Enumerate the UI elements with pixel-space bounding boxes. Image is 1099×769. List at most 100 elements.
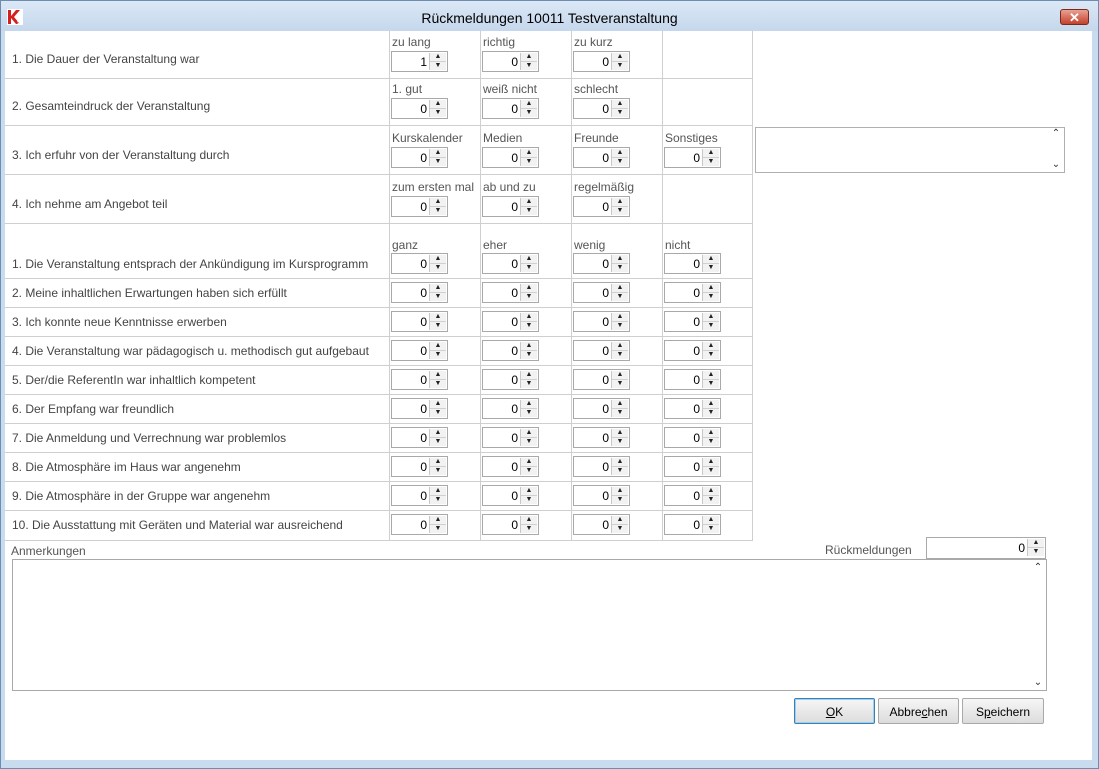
rating-count-spinner[interactable]: 0 ▲ ▼ [664, 282, 721, 303]
rating-count-spinner[interactable]: 0 ▲ ▼ [482, 253, 539, 274]
option-count-spinner[interactable]: 0 ▲ ▼ [573, 147, 630, 168]
remarks-scrollbar[interactable]: ⌃ ⌄ [1030, 560, 1046, 690]
spin-down-arrow-icon[interactable]: ▼ [703, 438, 719, 446]
spin-down-arrow-icon[interactable]: ▼ [612, 351, 628, 359]
rating-count-spinner[interactable]: 0 ▲ ▼ [482, 485, 539, 506]
spin-down-arrow-icon[interactable]: ▼ [612, 496, 628, 504]
spin-up-arrow-icon[interactable]: ▲ [521, 429, 537, 438]
rating-count-spinner[interactable]: 0 ▲ ▼ [391, 340, 448, 361]
close-button[interactable]: ✕ [1060, 9, 1089, 25]
spin-down-arrow-icon[interactable]: ▼ [703, 264, 719, 272]
rating-count-spinner[interactable]: 0 ▲ ▼ [664, 253, 721, 274]
spin-down-arrow-icon[interactable]: ▼ [612, 467, 628, 475]
rating-count-spinner[interactable]: 0 ▲ ▼ [391, 253, 448, 274]
spin-down-arrow-icon[interactable]: ▼ [703, 467, 719, 475]
spin-up-arrow-icon[interactable]: ▲ [430, 371, 446, 380]
spin-down-arrow-icon[interactable]: ▼ [430, 351, 446, 359]
spin-up-arrow-icon[interactable]: ▲ [521, 100, 537, 109]
spin-up-arrow-icon[interactable]: ▲ [612, 284, 628, 293]
spin-up-arrow-icon[interactable]: ▲ [430, 342, 446, 351]
spin-down-arrow-icon[interactable]: ▼ [430, 322, 446, 330]
option-count-spinner[interactable]: 0 ▲ ▼ [391, 147, 448, 168]
spin-up-arrow-icon[interactable]: ▲ [703, 487, 719, 496]
spin-up-arrow-icon[interactable]: ▲ [703, 313, 719, 322]
rating-count-spinner[interactable]: 0 ▲ ▼ [391, 485, 448, 506]
spin-up-arrow-icon[interactable]: ▲ [703, 255, 719, 264]
spin-up-arrow-icon[interactable]: ▲ [521, 255, 537, 264]
spin-down-arrow-icon[interactable]: ▼ [430, 264, 446, 272]
spin-up-arrow-icon[interactable]: ▲ [703, 342, 719, 351]
sonstiges-text-field[interactable]: ⌃ ⌄ [755, 127, 1065, 173]
spin-down-arrow-icon[interactable]: ▼ [430, 293, 446, 301]
spin-down-arrow-icon[interactable]: ▼ [430, 409, 446, 417]
spin-down-arrow-icon[interactable]: ▼ [521, 158, 537, 166]
spin-down-arrow-icon[interactable]: ▼ [430, 467, 446, 475]
rating-count-spinner[interactable]: 0 ▲ ▼ [573, 456, 630, 477]
spin-up-arrow-icon[interactable]: ▲ [521, 198, 537, 207]
spin-down-arrow-icon[interactable]: ▼ [521, 467, 537, 475]
ok-button[interactable]: OK [794, 698, 875, 724]
rating-count-spinner[interactable]: 0 ▲ ▼ [664, 514, 721, 535]
option-count-spinner[interactable]: 0 ▲ ▼ [573, 51, 630, 72]
rating-count-spinner[interactable]: 0 ▲ ▼ [573, 485, 630, 506]
spin-down-arrow-icon[interactable]: ▼ [521, 438, 537, 446]
spin-down-arrow-icon[interactable]: ▼ [612, 525, 628, 533]
spin-up-arrow-icon[interactable]: ▲ [612, 429, 628, 438]
spin-up-arrow-icon[interactable]: ▲ [703, 458, 719, 467]
spin-up-arrow-icon[interactable]: ▲ [612, 100, 628, 109]
spin-up-arrow-icon[interactable]: ▲ [430, 198, 446, 207]
rating-count-spinner[interactable]: 0 ▲ ▼ [573, 282, 630, 303]
option-count-spinner[interactable]: 0 ▲ ▼ [391, 98, 448, 119]
spin-up-arrow-icon[interactable]: ▲ [612, 371, 628, 380]
spin-up-arrow-icon[interactable]: ▲ [521, 313, 537, 322]
spin-up-arrow-icon[interactable]: ▲ [612, 516, 628, 525]
rating-count-spinner[interactable]: 0 ▲ ▼ [391, 398, 448, 419]
option-count-spinner[interactable]: 0 ▲ ▼ [391, 196, 448, 217]
rating-count-spinner[interactable]: 0 ▲ ▼ [573, 253, 630, 274]
spin-down-arrow-icon[interactable]: ▼ [612, 158, 628, 166]
spin-down-arrow-icon[interactable]: ▼ [521, 409, 537, 417]
rating-count-spinner[interactable]: 0 ▲ ▼ [391, 514, 448, 535]
spin-up-arrow-icon[interactable]: ▲ [521, 342, 537, 351]
rating-count-spinner[interactable]: 0 ▲ ▼ [573, 514, 630, 535]
rating-count-spinner[interactable]: 0 ▲ ▼ [664, 340, 721, 361]
rating-count-spinner[interactable]: 0 ▲ ▼ [664, 398, 721, 419]
spin-down-arrow-icon[interactable]: ▼ [430, 158, 446, 166]
spin-up-arrow-icon[interactable]: ▲ [430, 516, 446, 525]
rating-count-spinner[interactable]: 0 ▲ ▼ [482, 340, 539, 361]
rating-count-spinner[interactable]: 0 ▲ ▼ [482, 514, 539, 535]
rating-count-spinner[interactable]: 0 ▲ ▼ [664, 456, 721, 477]
spin-down-arrow-icon[interactable]: ▼ [521, 322, 537, 330]
rating-count-spinner[interactable]: 0 ▲ ▼ [573, 369, 630, 390]
spin-up-arrow-icon[interactable]: ▲ [703, 149, 719, 158]
spin-up-arrow-icon[interactable]: ▲ [612, 342, 628, 351]
option-count-spinner[interactable]: 0 ▲ ▼ [482, 51, 539, 72]
spin-down-arrow-icon[interactable]: ▼ [521, 525, 537, 533]
option-count-spinner[interactable]: 0 ▲ ▼ [482, 98, 539, 119]
cancel-button[interactable]: Abbrechen [878, 698, 959, 724]
scroll-up-arrow-icon[interactable]: ⌃ [1030, 562, 1046, 573]
spin-down-arrow-icon[interactable]: ▼ [703, 409, 719, 417]
spin-down-arrow-icon[interactable]: ▼ [612, 62, 628, 70]
rating-count-spinner[interactable]: 0 ▲ ▼ [391, 427, 448, 448]
spin-down-arrow-icon[interactable]: ▼ [703, 380, 719, 388]
option-count-spinner[interactable]: 0 ▲ ▼ [482, 196, 539, 217]
rating-count-spinner[interactable]: 0 ▲ ▼ [482, 311, 539, 332]
spin-down-arrow-icon[interactable]: ▼ [521, 62, 537, 70]
spin-up-arrow-icon[interactable]: ▲ [430, 313, 446, 322]
spin-up-arrow-icon[interactable]: ▲ [430, 255, 446, 264]
feedback-count-spinner[interactable]: 0 ▲ ▼ [926, 537, 1046, 559]
spin-down-arrow-icon[interactable]: ▼ [703, 496, 719, 504]
spin-up-arrow-icon[interactable]: ▲ [430, 100, 446, 109]
spin-down-arrow-icon[interactable]: ▼ [612, 380, 628, 388]
spin-down-arrow-icon[interactable]: ▼ [521, 496, 537, 504]
rating-count-spinner[interactable]: 0 ▲ ▼ [482, 369, 539, 390]
spin-up-arrow-icon[interactable]: ▲ [430, 400, 446, 409]
spin-down-arrow-icon[interactable]: ▼ [612, 409, 628, 417]
spin-up-arrow-icon[interactable]: ▲ [521, 487, 537, 496]
spin-down-arrow-icon[interactable]: ▼ [612, 322, 628, 330]
spin-up-arrow-icon[interactable]: ▲ [612, 53, 628, 62]
spin-down-arrow-icon[interactable]: ▼ [430, 62, 446, 70]
spin-up-arrow-icon[interactable]: ▲ [612, 149, 628, 158]
spin-down-arrow-icon[interactable]: ▼ [703, 293, 719, 301]
